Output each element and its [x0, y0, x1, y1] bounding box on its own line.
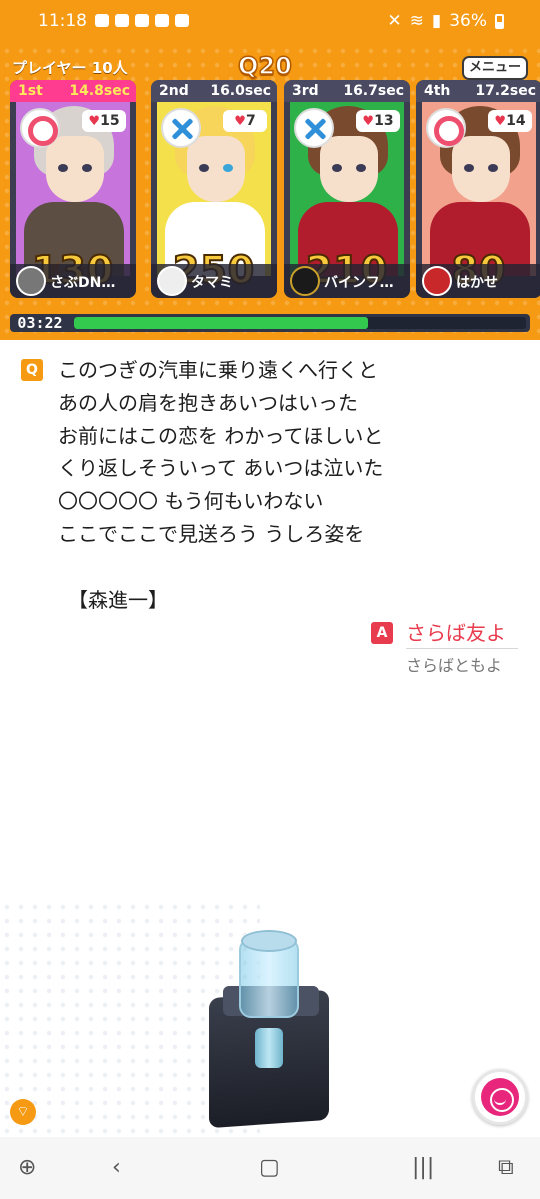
- answer-reading: さらばともよ: [406, 656, 503, 675]
- battery-icon: [495, 13, 504, 29]
- time-progress-fill: [74, 317, 368, 329]
- player-card[interactable]: 1st 14.8sec ♥15 ボーナス 130 さぶDN…: [10, 80, 136, 298]
- time-progress-track: [74, 317, 526, 329]
- smile-icon: [481, 1078, 519, 1116]
- game-launcher-icon[interactable]: ⊕: [18, 1155, 36, 1180]
- buzzer-cap: [241, 930, 297, 952]
- rank-label: 2nd: [159, 83, 189, 99]
- buzzer-knob: [255, 1028, 283, 1068]
- player-name: バインフ…: [324, 275, 394, 291]
- heart-icon: ♥: [494, 114, 507, 129]
- heart-icon: ♥: [362, 114, 375, 129]
- status-time: 11:18: [38, 11, 87, 31]
- name-bar: タマミ: [151, 264, 277, 298]
- gallery-icon: [95, 14, 109, 27]
- question-badge: Q: [21, 359, 43, 381]
- system-nav-bar: ⊕ ‹ ▢ ||| ⧉: [0, 1137, 540, 1199]
- rank-bar: 4th 17.2sec: [416, 80, 540, 102]
- name-bar: さぶDN…: [10, 264, 136, 298]
- mute-icon: ✕: [387, 11, 402, 31]
- question-line: お前にはこの恋を わかってほしいと: [58, 423, 384, 448]
- emote-button[interactable]: [472, 1069, 528, 1125]
- likes-badge: ♥14: [488, 110, 532, 132]
- question-text: このつぎの汽車に乗り遠くへ行くと あの人の肩を抱きあいつはいった お前にはこの恋…: [58, 354, 528, 616]
- player-count: プレイヤー 10人: [12, 59, 128, 77]
- question-number: Q20: [237, 51, 292, 81]
- question-line: 〇〇〇〇〇 もう何もいわない: [58, 489, 324, 514]
- app-screen: 11:18 ✕ ≋ ▮ 36% プレイヤー 10人 Q20 メニュー 1st 1…: [0, 0, 540, 1199]
- answer-time: 16.0sec: [210, 83, 271, 99]
- correct-mark-icon: [20, 108, 60, 148]
- player-name: はかせ: [456, 275, 498, 291]
- timer-bar: 03:22: [10, 314, 530, 332]
- avatar: [290, 266, 320, 296]
- artist-credit: 【森進一】: [68, 587, 168, 612]
- question-line: あの人の肩を抱きあいつはいった: [58, 390, 358, 415]
- menu-button[interactable]: メニュー: [462, 56, 528, 80]
- player-name: タマミ: [191, 275, 233, 291]
- rank-bar: 3rd 16.7sec: [284, 80, 410, 102]
- wifi-icon: ≋: [409, 11, 424, 31]
- buzzer-button[interactable]: [205, 930, 335, 1130]
- answer-time: 17.2sec: [475, 83, 536, 99]
- heart-icon: ♥: [88, 114, 101, 129]
- rank-bar: 2nd 16.0sec: [151, 80, 277, 102]
- question-line: このつぎの汽車に乗り遠くへ行くと: [58, 358, 378, 382]
- game-header: プレイヤー 10人 Q20 メニュー 1st 14.8sec ♥15 ボーナス …: [0, 44, 540, 340]
- heart-icon: [155, 14, 169, 27]
- system-icons: ✕ ≋ ▮ 36%: [387, 11, 504, 31]
- answer-time: 14.8sec: [69, 83, 130, 99]
- answer-text: さらば友よ: [406, 621, 506, 645]
- answer-time: 16.7sec: [343, 83, 404, 99]
- likes-badge: ♥7: [223, 110, 267, 132]
- name-bar: バインフ…: [284, 264, 410, 298]
- heart-icon: ♥: [234, 114, 246, 129]
- question-line: ここでここで見送ろう うしろ姿を: [58, 521, 365, 546]
- question-line: くり返しそういって あいつは泣いた: [58, 456, 384, 481]
- status-bar: 11:18 ✕ ≋ ▮ 36%: [0, 0, 540, 44]
- cloud-icon: [115, 14, 129, 27]
- answer-divider: [406, 648, 518, 649]
- recents-icon[interactable]: |||: [412, 1155, 434, 1180]
- rank-label: 1st: [18, 83, 43, 99]
- rank-label: 3rd: [292, 83, 319, 99]
- signal-icon: ▮: [431, 11, 442, 31]
- wrong-mark-icon: [294, 108, 334, 148]
- notification-icons: [95, 14, 189, 27]
- wrong-mark-icon: [161, 108, 201, 148]
- answer-badge: A: [371, 622, 393, 644]
- player-name: さぶDN…: [50, 275, 116, 291]
- player-card[interactable]: 4th 17.2sec ♥14 80 はかせ: [416, 80, 540, 298]
- rank-bar: 1st 14.8sec: [10, 80, 136, 102]
- screenshot-icon[interactable]: ⧉: [498, 1155, 514, 1180]
- name-bar: はかせ: [416, 264, 540, 298]
- likes-badge: ♥15: [82, 110, 126, 132]
- rank-label: 4th: [424, 83, 451, 99]
- timer-value: 03:22: [17, 314, 63, 332]
- ad-icon: [135, 14, 149, 27]
- avatar: [16, 266, 46, 296]
- likes-badge: ♥13: [356, 110, 400, 132]
- avatar: [422, 266, 452, 296]
- ranking-cards: 1st 14.8sec ♥15 ボーナス 130 さぶDN…: [10, 80, 540, 298]
- battery-percent: 36%: [449, 11, 487, 31]
- connection-icon[interactable]: ⌔: [10, 1099, 36, 1125]
- chat-heart-icon: [175, 14, 189, 27]
- correct-mark-icon: [426, 108, 466, 148]
- player-card[interactable]: 2nd 16.0sec ♥7 250 タマミ: [151, 80, 277, 298]
- player-card[interactable]: 3rd 16.7sec ♥13 210 バインフ…: [284, 80, 410, 298]
- avatar: [157, 266, 187, 296]
- home-icon[interactable]: ▢: [259, 1155, 280, 1180]
- back-icon[interactable]: ‹: [112, 1155, 121, 1180]
